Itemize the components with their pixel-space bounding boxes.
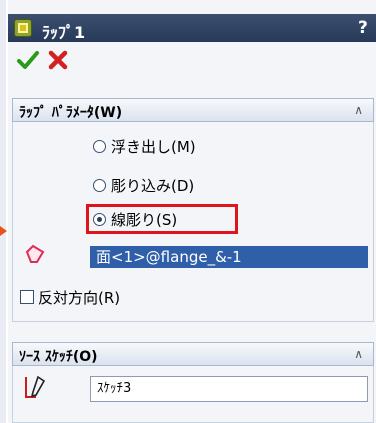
- sketch-icon: [25, 375, 46, 398]
- radio-emboss-label: 浮き出し(M): [111, 137, 196, 156]
- wrap-parameters-title: ﾗｯﾌﾟ ﾊﾟﾗﾒｰﾀ(W): [19, 105, 123, 121]
- radio-emboss[interactable]: 浮き出し(M): [93, 134, 196, 158]
- source-sketch-header[interactable]: ｿｰｽ ｽｹｯﾁ(O) ∧: [12, 342, 374, 366]
- check-icon[interactable]: [16, 48, 40, 72]
- wrap-parameters-header[interactable]: ﾗｯﾌﾟ ﾊﾟﾗﾒｰﾀ(W) ∧: [12, 98, 374, 122]
- close-icon[interactable]: [46, 48, 70, 72]
- radio-button[interactable]: [93, 178, 106, 192]
- left-margin: [0, 0, 6, 423]
- annotation-arrow-icon: [0, 226, 7, 236]
- source-sketch-field[interactable]: ｽｹｯﾁ3: [90, 376, 368, 402]
- reverse-direction-label: 反対方向(R): [38, 288, 121, 307]
- title-bar: ﾗｯﾌﾟ1 ?: [8, 14, 376, 42]
- source-sketch-title: ｿｰｽ ｽｹｯﾁ(O): [19, 349, 98, 365]
- wrap-feature-icon: [14, 19, 32, 37]
- help-icon[interactable]: ?: [358, 18, 368, 38]
- collapse-icon[interactable]: ∧: [354, 103, 363, 117]
- reverse-direction-checkbox[interactable]: [20, 290, 34, 304]
- face-selection-field[interactable]: 面<1>@flange_&-1: [90, 246, 368, 268]
- highlight-box: [86, 204, 238, 234]
- collapse-icon[interactable]: ∧: [354, 347, 363, 361]
- reverse-direction-option[interactable]: 反対方向(R): [20, 285, 120, 309]
- ok-cancel-row: [8, 42, 376, 84]
- property-manager-panel: ﾗｯﾌﾟ1 ? ﾗｯﾌﾟ ﾊﾟﾗﾒｰﾀ(W) ∧ 浮き出し(M) 彫り込み(D)…: [8, 0, 376, 423]
- face-selection-icon: [25, 244, 45, 263]
- radio-deboss[interactable]: 彫り込み(D): [93, 173, 194, 197]
- radio-deboss-label: 彫り込み(D): [111, 176, 195, 195]
- panel-title: ﾗｯﾌﾟ1: [42, 23, 86, 42]
- radio-button[interactable]: [93, 139, 106, 153]
